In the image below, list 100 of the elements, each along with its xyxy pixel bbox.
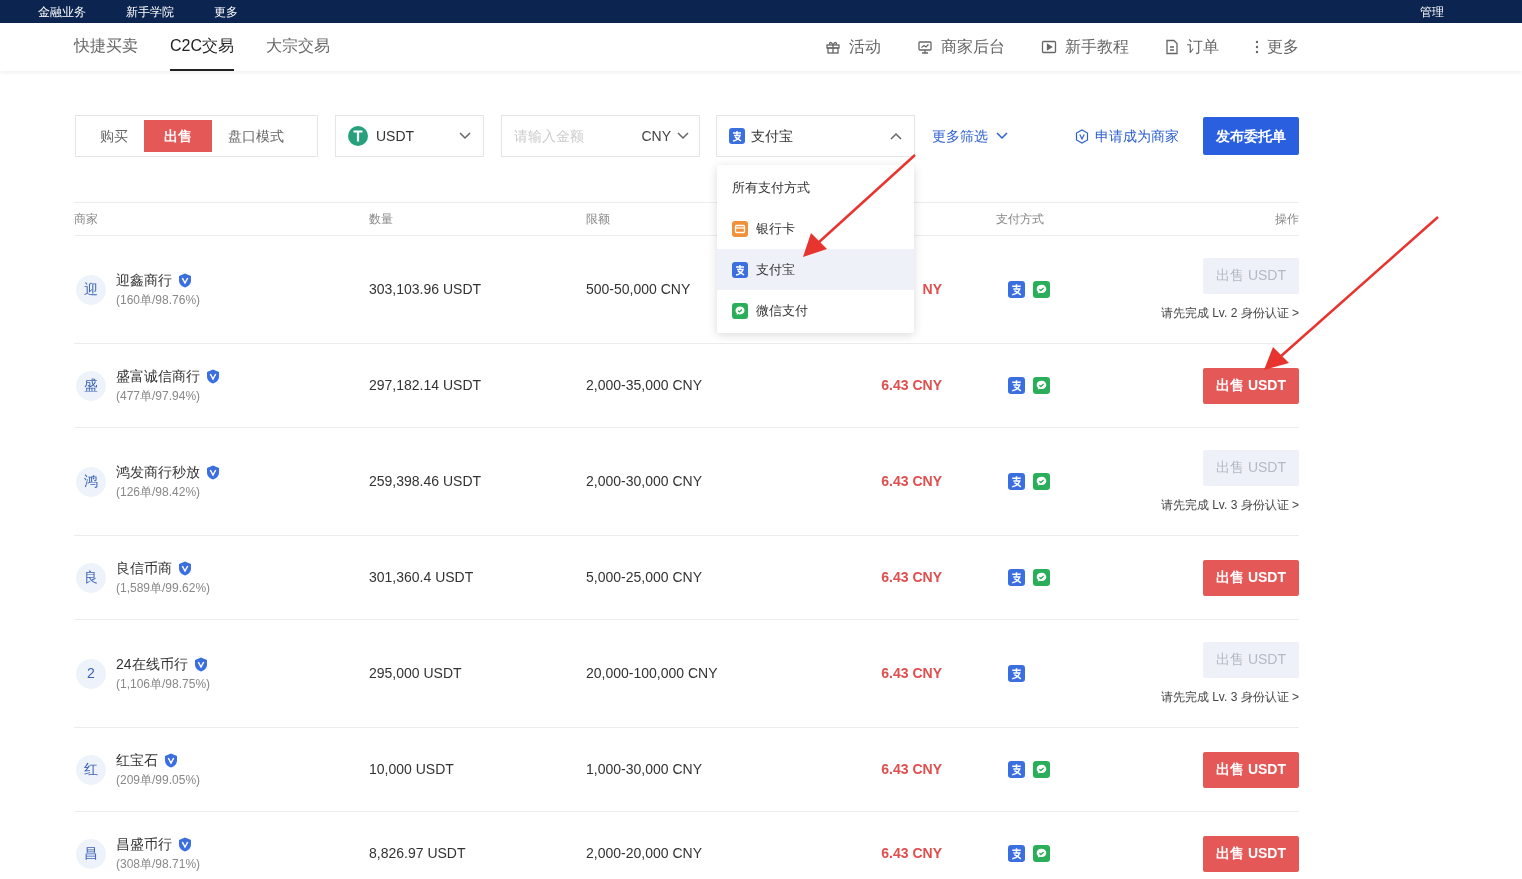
verified-icon: [178, 837, 192, 852]
coin-select[interactable]: USDT: [335, 115, 484, 157]
verified-icon: [206, 369, 220, 384]
sell-button[interactable]: 出售 USDT: [1203, 751, 1299, 788]
chevron-down-icon: [677, 132, 689, 140]
play-icon: [1041, 39, 1057, 55]
merchant-stats: (126单/98.42%): [116, 484, 202, 501]
price-cell-text: NY: [922, 280, 942, 299]
payment-select[interactable]: 支付宝: [716, 115, 915, 157]
merchant-name[interactable]: 昌盛币行: [116, 834, 172, 855]
merchant-avatar: 2: [76, 658, 106, 689]
price-cell-text: 6.43 CNY: [881, 664, 942, 683]
merchant-avatar: 昌: [76, 838, 106, 869]
tab[interactable]: C2C交易: [170, 23, 234, 71]
merchant-name[interactable]: 24在线币行: [116, 654, 188, 675]
verify-prompt-link[interactable]: 请先完成 Lv. 2 身份认证 >: [1160, 303, 1299, 322]
merchant-avatar: 红: [76, 754, 106, 785]
sell-button[interactable]: 出售 USDT: [1203, 367, 1299, 404]
quantity-cell-text: 303,103.96 USDT: [369, 280, 483, 299]
quantity-cell-text: 259,398.46 USDT: [369, 472, 483, 491]
merchant-stats: (1,589单/99.62%): [116, 580, 211, 597]
wechat-icon: [732, 302, 748, 319]
limit-cell-text: 5,000-25,000 CNY: [586, 568, 703, 587]
verified-icon: [178, 273, 192, 288]
chevron-up-icon: [890, 132, 902, 140]
payment-option[interactable]: 银行卡: [717, 208, 914, 249]
quantity-cell-text: 8,826.97 USDT: [369, 844, 467, 863]
merchant-avatar: 迎: [76, 274, 106, 305]
merchant-stats: (477单/97.94%): [116, 388, 202, 405]
merchant-name[interactable]: 迎鑫商行: [116, 270, 172, 291]
sell-button[interactable]: 出售 USDT: [1203, 559, 1299, 596]
bank-card-icon: [732, 220, 748, 237]
header-link[interactable]: 订单: [1165, 35, 1219, 59]
price-cell-text: 6.43 CNY: [881, 472, 942, 491]
limit-cell-text: 2,000-30,000 CNY: [586, 472, 703, 491]
header-link[interactable]: 新手教程: [1041, 35, 1129, 59]
merchant-name[interactable]: 良信币商: [116, 558, 172, 579]
side-option[interactable]: 购买: [84, 120, 144, 152]
merchant-name[interactable]: 鸿发商行秒放: [116, 462, 200, 483]
verified-icon: [164, 753, 178, 768]
column-header: 限额: [586, 212, 610, 226]
payment-option[interactable]: 微信支付: [717, 290, 914, 331]
verify-prompt-link[interactable]: 请先完成 Lv. 3 身份认证 >: [1160, 495, 1299, 514]
merchant-avatar: 鸿: [76, 466, 106, 497]
verified-icon: [193, 657, 208, 672]
chevron-down-icon: [996, 132, 1008, 140]
nav-menu-item[interactable]: 管理: [1420, 2, 1444, 21]
side-option[interactable]: 盘口模式: [212, 120, 300, 152]
shield-icon: [1075, 128, 1089, 144]
merchant-stats: (1,106单/98.75%): [116, 676, 211, 693]
alipay-icon: [729, 128, 745, 144]
payment-option[interactable]: 支付宝: [717, 249, 914, 290]
nav-menu-item[interactable]: 更多: [214, 2, 238, 21]
monitor-icon: [917, 39, 933, 55]
merchant-stats: (308单/98.71%): [116, 856, 201, 873]
merchant-stats: (160单/98.76%): [116, 292, 201, 309]
nav-menu-item[interactable]: 金融业务: [38, 2, 86, 21]
merchant-name[interactable]: 红宝石: [116, 750, 158, 771]
price-cell-text: 6.43 CNY: [881, 376, 942, 395]
alipay-icon: [732, 261, 748, 278]
publish-order-button[interactable]: 发布委托单: [1203, 117, 1299, 155]
tab[interactable]: 快捷买卖: [74, 23, 138, 71]
merchant-name[interactable]: 盛富诚信商行: [116, 366, 200, 387]
verify-prompt-link[interactable]: 请先完成 Lv. 3 身份认证 >: [1160, 687, 1299, 706]
document-icon: [1165, 39, 1179, 55]
quantity-cell-text: 10,000 USDT: [369, 760, 455, 779]
merchant-avatar: 盛: [76, 370, 106, 401]
quantity-cell-text: 297,182.14 USDT: [369, 376, 483, 395]
sell-button[interactable]: 出售 USDT: [1203, 835, 1299, 872]
merchant-stats: (209单/99.05%): [116, 772, 201, 789]
verified-icon: [178, 561, 192, 576]
header-link[interactable]: 活动: [825, 35, 881, 59]
payment-option[interactable]: 所有支付方式: [717, 167, 914, 208]
limit-cell-text: 2,000-35,000 CNY: [586, 376, 703, 395]
gift-icon: [825, 39, 841, 55]
merchant-avatar: 良: [76, 562, 106, 593]
currency-select[interactable]: CNY: [641, 125, 689, 147]
verified-icon: [206, 465, 220, 480]
limit-cell-text: 1,000-30,000 CNY: [586, 760, 703, 779]
chevron-down-icon: [459, 132, 471, 140]
column-header: 数量: [369, 212, 393, 226]
header-link[interactable]: 商家后台: [917, 35, 1005, 59]
tether-icon: [348, 126, 368, 146]
apply-merchant-link[interactable]: 申请成为商家: [1075, 125, 1179, 147]
column-header: 支付方式: [996, 212, 1044, 226]
price-cell-text: 6.43 CNY: [881, 844, 942, 863]
nav-menu-item[interactable]: 新手学院: [126, 2, 174, 21]
more-filters-button[interactable]: 更多筛选: [932, 125, 1008, 147]
side-option[interactable]: 出售: [144, 120, 212, 152]
limit-cell-text: 20,000-100,000 CNY: [586, 664, 719, 683]
limit-cell-text: 2,000-20,000 CNY: [586, 844, 703, 863]
tab[interactable]: 大宗交易: [266, 23, 330, 71]
header-link[interactable]: 更多: [1255, 35, 1299, 59]
limit-cell-text: 500-50,000 CNY: [586, 280, 692, 299]
price-cell-text: 6.43 CNY: [881, 568, 942, 587]
column-header: 商家: [74, 212, 98, 226]
quantity-cell-text: 295,000 USDT: [369, 664, 463, 683]
price-cell-text: 6.43 CNY: [881, 760, 942, 779]
quantity-cell-text: 301,360.4 USDT: [369, 568, 475, 587]
more-icon: [1255, 40, 1259, 54]
